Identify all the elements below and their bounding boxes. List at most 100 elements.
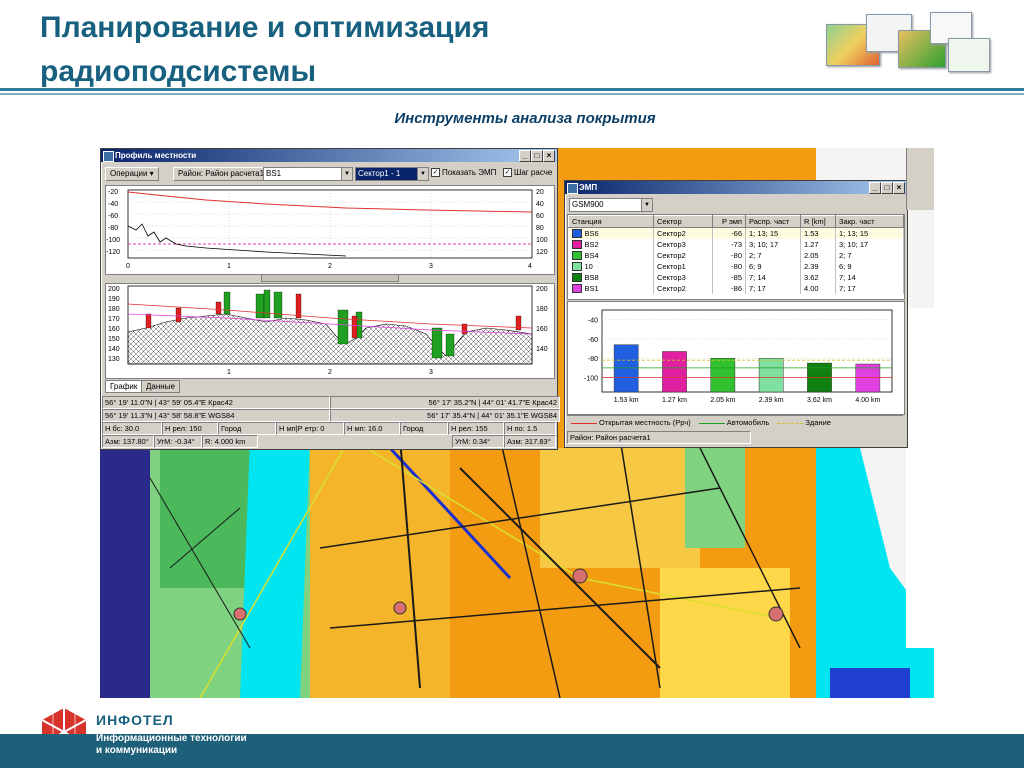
y-tick: 160 — [108, 326, 120, 333]
sector-select[interactable]: Сектор1 - 1 ▼ — [355, 167, 429, 181]
y-tick: 200 — [108, 286, 120, 293]
terrain-profile-window: Профиль местности _ □ × Операции ▾ Район… — [100, 148, 560, 450]
table-cell: BS1 — [568, 283, 654, 294]
legend-car: Автомобиль — [726, 418, 770, 427]
app-icon — [103, 151, 114, 162]
y-tick: -20 — [108, 189, 118, 196]
table-cell: Сектор1 — [653, 261, 713, 272]
emp-title: ЭМП — [579, 183, 598, 192]
bs-height: H бс: 30.0 — [102, 422, 162, 435]
show-emp-checkbox[interactable]: ✓ Показать ЭМП — [431, 168, 496, 178]
table-cell: 2; 7 — [745, 250, 801, 261]
maximize-icon[interactable]: □ — [881, 182, 893, 194]
tab-graph[interactable]: График — [105, 380, 143, 393]
table-cell: BS6 — [568, 227, 654, 239]
legend-line-building — [777, 422, 804, 424]
table-cell: Сектор3 — [653, 272, 713, 283]
bar[interactable] — [613, 344, 639, 393]
column-header[interactable]: R [km] — [800, 215, 836, 228]
table-cell: Сектор2 — [653, 283, 713, 294]
bar[interactable] — [710, 357, 736, 393]
station-select[interactable]: BS1 ▼ — [263, 167, 353, 181]
column-header[interactable]: Станция — [568, 215, 654, 228]
maximize-icon[interactable]: □ — [531, 150, 543, 162]
table-cell: 4.00 — [800, 283, 836, 294]
x-tick: 3 — [429, 263, 433, 270]
y-tick-right: 40 — [536, 201, 544, 208]
elevation-profile-svg: 200 190 180 170 160 150 140 130 200 180 … — [108, 285, 548, 376]
y-tick-right: 80 — [536, 225, 544, 232]
table-cell: -73 — [712, 239, 746, 250]
y-tick-right: 160 — [536, 326, 548, 333]
bar[interactable] — [758, 357, 784, 393]
mobile-height: H мп: 16.0 — [344, 422, 400, 435]
tab-data[interactable]: Данные — [141, 380, 180, 393]
table-row[interactable]: 10 Сектор1 -80 6; 9 2.39 6; 9 — [568, 261, 904, 272]
bar[interactable] — [662, 351, 687, 393]
y-tick-right: 20 — [536, 189, 544, 196]
mobile-height-extra: H мп|P етр: 0 — [276, 422, 344, 435]
signal-profile-chart: -20 -40 -60 -80 -100 -120 20 40 60 80 10… — [105, 185, 555, 275]
table-cell: 1; 13; 15 — [745, 227, 801, 239]
region-button[interactable]: Район: Район расчета1 — [173, 167, 270, 181]
background-window-edge — [906, 148, 934, 210]
x-tick: 1 — [227, 369, 231, 376]
table-row[interactable]: BS2 Сектор3 -73 3; 10; 17 1.27 3; 10; 17 — [568, 239, 904, 250]
checkbox-checked-icon[interactable]: ✓ — [431, 168, 440, 178]
y-tick: -60 — [588, 337, 598, 344]
checkbox-checked-icon[interactable]: ✓ — [503, 168, 512, 178]
table-row[interactable]: BS8 Сектор3 -85 7; 14 3.62 7; 14 — [568, 272, 904, 283]
column-header[interactable]: P эмп — [712, 215, 746, 228]
view-tabs: График Данные — [105, 379, 553, 393]
chevron-down-icon[interactable]: ▼ — [641, 199, 652, 211]
station-color-swatch — [571, 273, 582, 283]
tagline-line-1: Информационные технологии — [96, 733, 247, 744]
table-cell: Сектор2 — [653, 250, 713, 261]
terrain-profile-titlebar[interactable]: Профиль местности _ □ × — [101, 149, 557, 162]
table-cell: BS8 — [568, 272, 654, 283]
close-icon[interactable]: × — [543, 150, 555, 162]
table-row[interactable]: BS4 Сектор2 -80 2; 7 2.05 2; 7 — [568, 250, 904, 261]
x-tick: 2 — [328, 369, 332, 376]
receiver-height: H по: 1.5 — [504, 422, 556, 435]
column-header[interactable]: Закр. част — [835, 215, 904, 228]
operations-button[interactable]: Операции ▾ — [105, 167, 159, 181]
band-select[interactable]: GSM900 ▼ — [569, 198, 653, 212]
header-rule-thin — [0, 93, 1024, 95]
table-row[interactable]: BS1 Сектор2 -86 7; 17 4.00 7; 17 — [568, 283, 904, 294]
x-tick: 2.05 km — [710, 397, 735, 404]
table-cell: 7; 14 — [745, 272, 801, 283]
splitter-handle[interactable] — [261, 274, 399, 282]
station-value: BS1 — [266, 169, 282, 178]
table-row[interactable]: BS6 Сектор2 -66 1; 13; 15 1.53 1; 13; 15 — [568, 227, 904, 239]
table-cell: -80 — [712, 261, 746, 272]
chevron-down-icon[interactable]: ▼ — [341, 168, 352, 180]
thumbnail-image — [948, 38, 990, 72]
close-icon[interactable]: × — [893, 182, 905, 194]
calc-step-checkbox[interactable]: ✓ Шаг расче — [503, 168, 552, 178]
y-tick: -100 — [106, 237, 120, 244]
table-cell: -85 — [712, 272, 746, 283]
table-cell: 10 — [568, 261, 654, 272]
emp-titlebar[interactable]: ЭМП _ □ × — [565, 181, 907, 194]
table-cell: 2.05 — [800, 250, 836, 261]
sector-value: Сектор1 - 1 — [358, 169, 401, 178]
table-cell: Сектор2 — [653, 227, 713, 239]
region-label: Район: Район расчета1 — [178, 169, 265, 178]
column-header[interactable]: Распр. част — [745, 215, 801, 228]
chevron-down-icon[interactable]: ▼ — [417, 168, 428, 180]
table-cell: -86 — [712, 283, 746, 294]
station-name: BS4 — [584, 250, 599, 260]
azimuth-reverse: Азм: 317.83° — [504, 435, 556, 448]
y-tick: 140 — [108, 346, 120, 353]
terrain-profile-title: Профиль местности — [115, 151, 197, 160]
station-color-swatch — [571, 284, 582, 294]
y-tick: -80 — [588, 356, 598, 363]
application-screenshot: Профиль местности _ □ × Операции ▾ Район… — [100, 148, 934, 698]
column-header[interactable]: Сектор — [653, 215, 713, 228]
tilt-forward: УгМ: -0.34° — [154, 435, 202, 448]
minimize-icon[interactable]: _ — [519, 150, 531, 162]
x-tick: 1.27 km — [662, 397, 687, 404]
minimize-icon[interactable]: _ — [869, 182, 881, 194]
station-name: BS2 — [584, 239, 599, 249]
